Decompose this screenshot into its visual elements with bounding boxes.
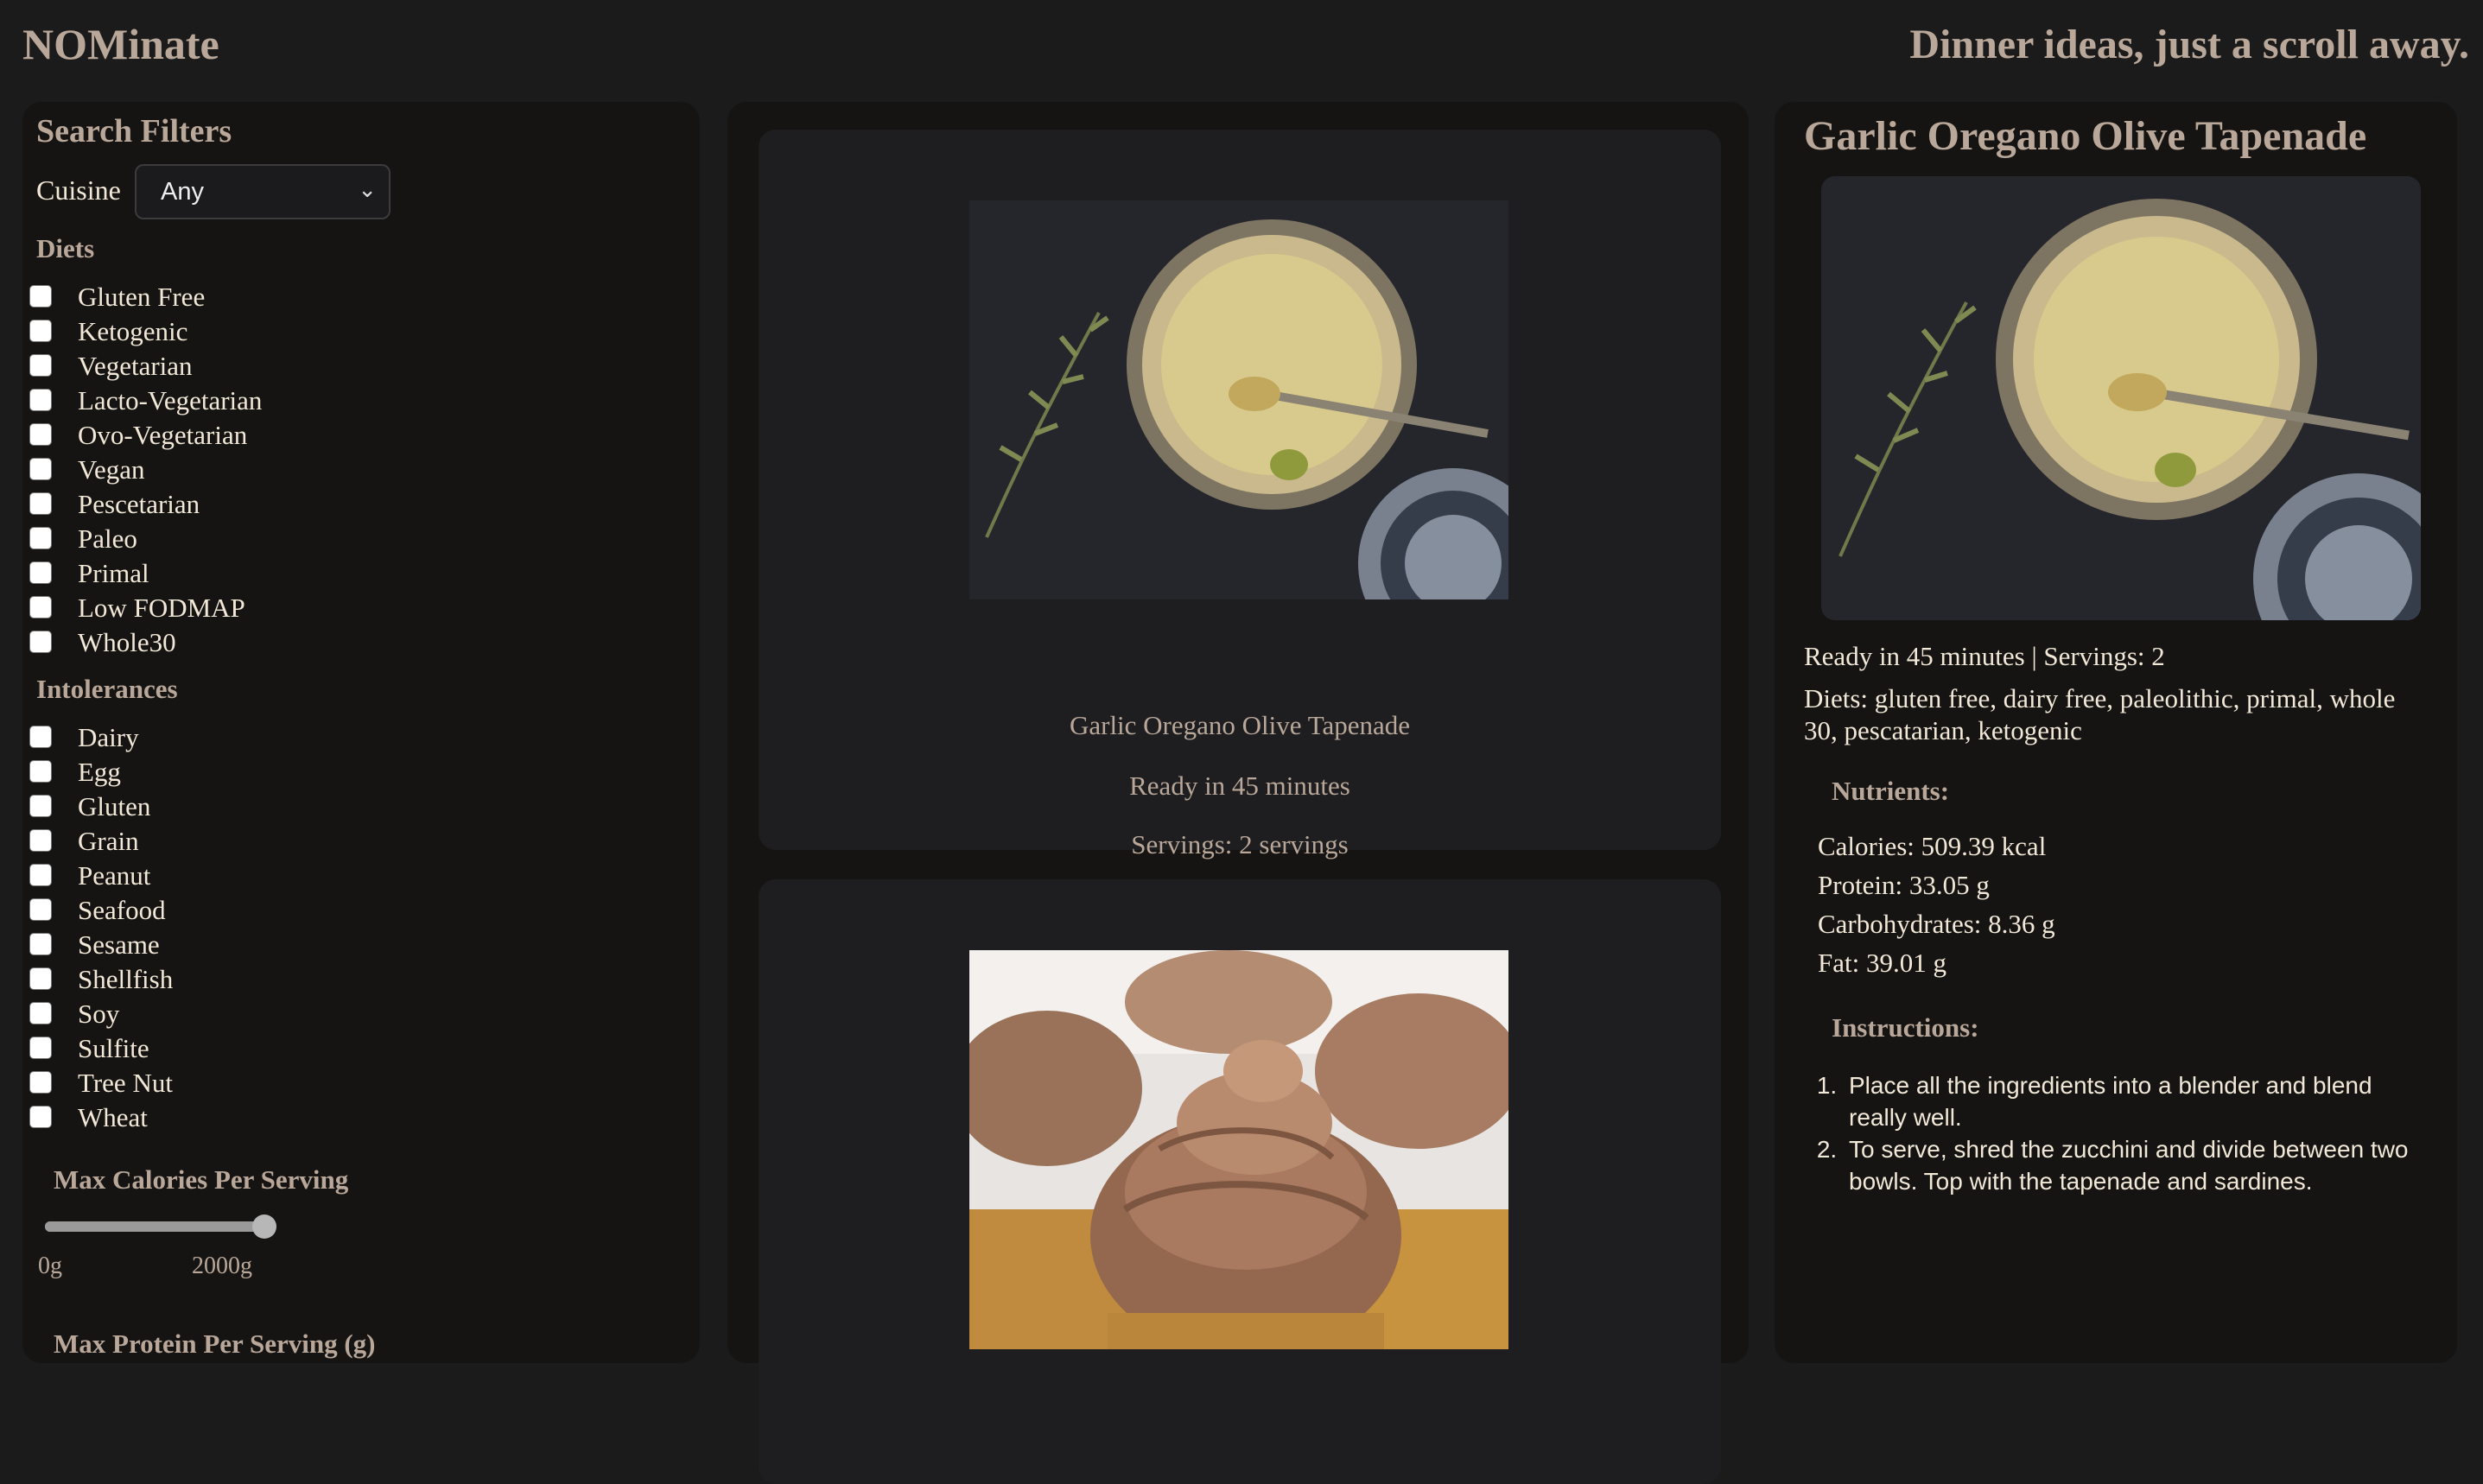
filters-title: Search Filters: [36, 113, 232, 149]
tapenade-photo: [1821, 176, 2421, 620]
checkbox[interactable]: [29, 527, 52, 549]
instruction-step: To serve, shred the zucchini and divide …: [1844, 1133, 2423, 1197]
intolerance-option-label: Soy: [78, 999, 120, 1029]
checkbox[interactable]: [29, 829, 52, 852]
slider-thumb[interactable]: [252, 1214, 276, 1239]
max-calories-title: Max Calories Per Serving: [54, 1164, 349, 1195]
intolerance-option-label: Dairy: [78, 722, 139, 752]
diet-option-label: Ketogenic: [78, 316, 188, 346]
checkbox[interactable]: [29, 760, 52, 783]
results-panel: Garlic Oregano Olive Tapenade Ready in 4…: [727, 102, 1749, 1484]
recipe-detail-panel: Garlic Oregano Olive Tapenade Ready in 4…: [1775, 102, 2457, 1363]
checkbox[interactable]: [29, 1071, 52, 1094]
intolerance-option-label: Wheat: [78, 1102, 148, 1132]
checkbox[interactable]: [29, 561, 52, 584]
intolerance-option-label: Egg: [78, 757, 121, 787]
filters-panel: Search Filters Cuisine Any ⌄ Diets Glute…: [22, 102, 700, 1363]
recipe-card[interactable]: [759, 879, 1721, 1484]
recipe-card[interactable]: Garlic Oregano Olive Tapenade Ready in 4…: [759, 130, 1721, 859]
checkbox[interactable]: [29, 864, 52, 886]
app-header: NOMinate Dinner ideas, just a scroll awa…: [0, 0, 2483, 97]
intolerance-option-label: Gluten: [78, 791, 151, 821]
checkbox[interactable]: [29, 898, 52, 921]
diet-option-label: Low FODMAP: [78, 593, 245, 623]
checkbox[interactable]: [29, 320, 52, 342]
checkbox[interactable]: [29, 1037, 52, 1059]
instruction-step: Place all the ingredients into a blender…: [1844, 1069, 2423, 1133]
recipe-title[interactable]: Garlic Oregano Olive Tapenade: [759, 710, 1721, 741]
intolerance-option-label: Sesame: [78, 929, 160, 960]
tagline: Dinner ideas, just a scroll away.: [1909, 22, 2469, 67]
diet-option-label: Ovo-Vegetarian: [78, 420, 248, 450]
diet-option-label: Vegetarian: [78, 351, 193, 381]
slider-max-label: 2000g: [192, 1253, 252, 1279]
nutrient-protein: Protein: 33.05 g: [1818, 870, 1990, 900]
intolerances-title: Intolerances: [36, 674, 178, 704]
diet-option-label: Gluten Free: [78, 282, 206, 312]
tapenade-photo: [969, 200, 1508, 599]
checkbox[interactable]: [29, 492, 52, 515]
diets-title: Diets: [36, 233, 95, 263]
detail-meta: Ready in 45 minutes | Servings: 2: [1804, 641, 2165, 671]
detail-diets: Diets: gluten free, dairy free, paleolit…: [1804, 683, 2396, 745]
intolerance-option-label: Peanut: [78, 860, 151, 891]
instructions-title: Instructions:: [1832, 1012, 1979, 1043]
detail-title: Garlic Oregano Olive Tapenade: [1804, 113, 2367, 159]
checkbox[interactable]: [29, 354, 52, 377]
checkbox[interactable]: [29, 1002, 52, 1024]
recipe-image[interactable]: [969, 200, 1508, 599]
checkbox[interactable]: [29, 285, 52, 308]
cuisine-label: Cuisine: [36, 174, 121, 206]
app-logo-text[interactable]: NOMinate: [22, 19, 219, 69]
checkbox[interactable]: [29, 933, 52, 955]
checkbox[interactable]: [29, 726, 52, 748]
checkbox[interactable]: [29, 967, 52, 990]
intolerance-option-label: Grain: [78, 826, 139, 856]
checkbox[interactable]: [29, 1106, 52, 1128]
checkbox[interactable]: [29, 389, 52, 411]
nutrient-fat: Fat: 39.01 g: [1818, 948, 1946, 978]
diet-option-label: Vegan: [78, 454, 145, 485]
nutrients-list: Calories: 509.39 kcal Protein: 33.05 g C…: [1818, 831, 2055, 986]
max-protein-title: Max Protein Per Serving (g): [54, 1329, 376, 1359]
diet-option-label: Whole30: [78, 627, 176, 657]
slider-min-label: 0g: [38, 1253, 62, 1279]
diet-option-label: Lacto-Vegetarian: [78, 385, 263, 415]
checkbox[interactable]: [29, 596, 52, 618]
slider-fill: [45, 1221, 264, 1232]
checkbox[interactable]: [29, 458, 52, 480]
intolerance-option-label: Sulfite: [78, 1033, 149, 1063]
nutrient-carbohydrates: Carbohydrates: 8.36 g: [1818, 909, 2055, 939]
max-calories-slider[interactable]: [45, 1214, 276, 1239]
intolerance-option-label: Seafood: [78, 895, 166, 925]
nutrient-calories: Calories: 509.39 kcal: [1818, 831, 2047, 861]
cuisine-select[interactable]: Any ⌄: [135, 164, 391, 219]
intolerance-option-label: Tree Nut: [78, 1068, 173, 1098]
diet-option-label: Primal: [78, 558, 149, 588]
recipe-image[interactable]: [969, 950, 1508, 1349]
nutrients-title: Nutrients:: [1832, 776, 1950, 806]
checkbox[interactable]: [29, 631, 52, 653]
diet-option-label: Paleo: [78, 523, 137, 554]
recipe-ready-time: Ready in 45 minutes: [1129, 771, 1350, 801]
checkbox[interactable]: [29, 423, 52, 446]
recipe-servings: Servings: 2 servings: [1131, 829, 1349, 859]
instructions-list: Place all the ingredients into a blender…: [1818, 1069, 2423, 1197]
detail-image: [1821, 176, 2421, 620]
checkbox[interactable]: [29, 795, 52, 817]
diet-option-label: Pescetarian: [78, 489, 200, 519]
chevron-down-icon: ⌄: [358, 176, 377, 202]
cuisine-selected-value: Any: [161, 178, 204, 206]
cupcake-photo: [969, 950, 1508, 1349]
intolerance-option-label: Shellfish: [78, 964, 174, 994]
